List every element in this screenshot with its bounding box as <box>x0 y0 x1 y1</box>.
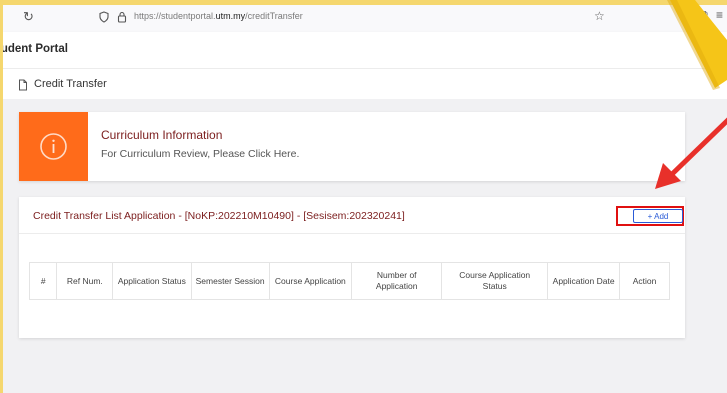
add-button[interactable]: + Add <box>633 209 683 223</box>
browser-toolbar: ↻ https://studentportal.utm.my/creditTra… <box>3 5 727 33</box>
info-icon-box <box>19 112 88 181</box>
column-header[interactable]: Course Application <box>268 262 353 300</box>
document-icon <box>18 78 28 96</box>
column-header[interactable]: # <box>28 262 58 300</box>
column-header[interactable]: Semester Session <box>190 262 270 300</box>
column-header[interactable]: Ref Num. <box>56 262 114 300</box>
list-title: Credit Transfer List Application - [NoKP… <box>33 210 405 222</box>
page-header: Credit Transfer <box>3 68 727 99</box>
bookmark-star-icon[interactable]: ☆ <box>594 9 605 23</box>
address-bar[interactable]: https://studentportal.utm.my/creditTrans… <box>134 11 303 21</box>
url-path: /creditTransfer <box>245 11 303 21</box>
curriculum-info-card[interactable]: Curriculum Information For Curriculum Re… <box>19 112 685 181</box>
app-header: tudent Portal <box>3 32 727 68</box>
browser-window: ↻ https://studentportal.utm.my/creditTra… <box>3 5 727 393</box>
list-card-header: Credit Transfer List Application - [NoKP… <box>19 197 685 234</box>
page-title: Credit Transfer <box>34 78 107 90</box>
applications-table: # Ref Num. Application Status Semester S… <box>28 262 670 300</box>
url-host: utm.my <box>215 11 246 21</box>
info-icon <box>40 133 67 160</box>
column-header[interactable]: Action <box>619 262 670 300</box>
column-header[interactable]: Course Application Status <box>441 262 549 300</box>
column-header[interactable]: Number of Application <box>350 262 443 300</box>
lock-icon[interactable] <box>117 10 127 28</box>
url-prefix: https://studentportal. <box>134 11 216 21</box>
reload-icon[interactable]: ↻ <box>23 9 34 25</box>
column-header[interactable]: Application Date <box>547 262 621 300</box>
credit-transfer-list-card: Credit Transfer List Application - [NoKP… <box>19 197 685 338</box>
tape-decoration <box>667 0 727 90</box>
app-title[interactable]: tudent Portal <box>3 43 68 55</box>
shield-icon[interactable] <box>99 10 109 28</box>
info-card-title: Curriculum Information <box>101 128 223 142</box>
curriculum-review-link[interactable]: For Curriculum Review, Please Click Here… <box>101 148 299 160</box>
annotation-arrow <box>655 117 727 189</box>
column-header[interactable]: Application Status <box>112 262 192 300</box>
table-header-row: # Ref Num. Application Status Semester S… <box>28 262 670 300</box>
